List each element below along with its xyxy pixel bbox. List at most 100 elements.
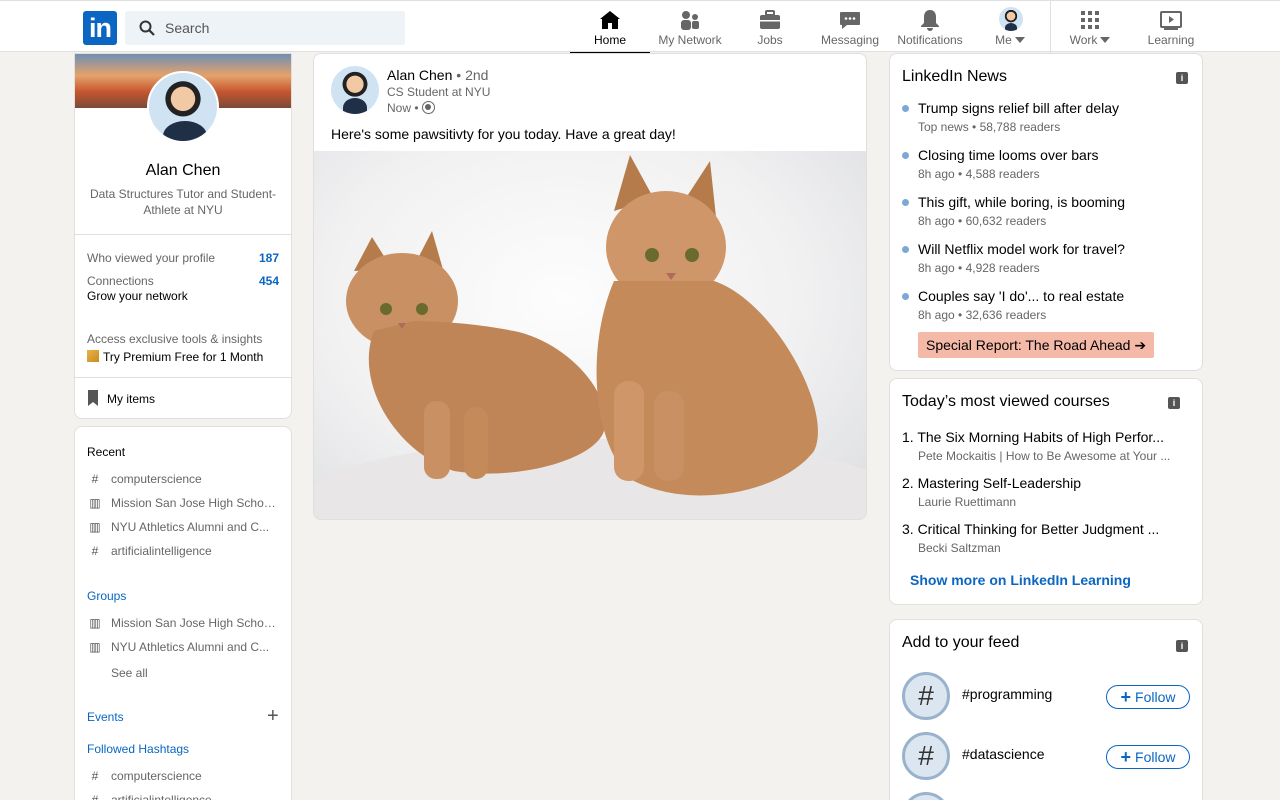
news-item-title: Closing time looms over bars [918, 147, 1099, 163]
recent-item[interactable]: # computerscience [87, 472, 279, 486]
chevron-down-icon [1100, 37, 1111, 43]
community-card: Recent # computerscience ▥ Mission San Jos… [74, 426, 292, 800]
hashtag-icon: # [91, 544, 99, 558]
news-item-meta: 8h ago • 60,632 readers [918, 214, 1047, 228]
nav-messaging[interactable]: Messaging [810, 1, 890, 53]
group-item[interactable]: ▥ NYU Athletics Alumni and C... [87, 640, 279, 654]
messaging-icon [840, 12, 860, 29]
post-author-avatar[interactable] [331, 66, 379, 114]
premium-link-label: Try Premium Free for 1 Month [103, 350, 264, 364]
see-all-link[interactable]: See all [111, 666, 291, 680]
post-text: Here's some pawsitivty for you today. Ha… [331, 126, 676, 142]
info-icon[interactable]: i [1176, 640, 1188, 652]
nav-learning[interactable]: Learning [1132, 1, 1210, 53]
hashtag-avatar[interactable]: # [902, 732, 950, 780]
follow-button[interactable]: + Follow [1106, 745, 1190, 769]
group-item[interactable]: ▥ Mission San Jose High Schoo... [87, 616, 279, 630]
events-heading[interactable]: Events [87, 710, 124, 724]
linkedin-logo[interactable]: in [83, 11, 117, 45]
post-image[interactable] [314, 151, 866, 519]
post-author-name: Alan Chen [387, 67, 453, 83]
divider [75, 234, 291, 235]
group-icon: ▥ [89, 616, 101, 630]
feed-hashtag-name[interactable]: #datascience [962, 746, 1045, 762]
hashtag-item[interactable]: # computerscience [87, 769, 279, 783]
news-item-title: Couples say 'I do'... to real estate [918, 288, 1125, 304]
post-author-line[interactable]: Alan Chen • 2nd [387, 67, 488, 83]
hashtag-avatar[interactable]: # [902, 792, 950, 800]
feed-hashtag-name[interactable]: #programming [962, 686, 1052, 702]
group-item-label: NYU Athletics Alumni and C... [111, 640, 270, 654]
special-report-link[interactable]: Special Report: The Road Ahead ➔ [918, 332, 1155, 358]
info-icon[interactable]: i [1168, 397, 1180, 409]
search-icon [139, 20, 155, 36]
nav-notifications[interactable]: Notifications [890, 1, 970, 53]
profile-viewers-count: 187 [258, 251, 279, 265]
course-title: 1. The Six Morning Habits of High Perfor… [902, 429, 1164, 445]
news-item-meta: Top news • 58,788 readers [918, 120, 1061, 134]
courses-card: Today’s most viewed courses i 1. The Six… [889, 378, 1203, 605]
course-title: 3. Critical Thinking for Better Judgment… [902, 521, 1160, 537]
hashtag-icon: # [91, 769, 99, 783]
profile-avatar[interactable] [147, 71, 219, 143]
add-to-feed-card: Add to your feed i # #programming + Follo… [889, 619, 1203, 800]
recent-item[interactable]: # artificialintelligence [87, 544, 279, 558]
recent-item[interactable]: ▥ Mission San Jose High Schoo... [87, 496, 279, 510]
nav-work[interactable]: Work [1058, 1, 1122, 53]
nav-my-network-label: My Network [658, 33, 722, 47]
followed-hashtags-heading[interactable]: Followed Hashtags [87, 742, 189, 756]
recent-heading: Recent [87, 445, 126, 459]
connections-row[interactable]: Connections 454 [87, 274, 279, 288]
bullet-icon [902, 105, 909, 112]
network-icon [681, 11, 699, 30]
profile-name[interactable]: Alan Chen [75, 162, 291, 180]
groups-heading[interactable]: Groups [87, 589, 126, 603]
divider [75, 377, 291, 378]
nav-work-label-wrap: Work [1058, 33, 1122, 47]
nav-home-label: Home [593, 33, 626, 47]
premium-link[interactable]: Try Premium Free for 1 Month [87, 350, 279, 364]
profile-viewers-row[interactable]: Who viewed your profile 187 [87, 251, 279, 265]
profile-headline: Data Structures Tutor and Student-Athlet… [89, 187, 277, 217]
hashtag-icon: # [918, 740, 934, 771]
follow-button[interactable]: + Follow [1106, 685, 1190, 709]
hashtag-icon: # [91, 472, 99, 486]
bullet-icon [902, 152, 909, 159]
bell-icon [921, 10, 939, 31]
hashtag-avatar[interactable]: # [902, 672, 950, 720]
nav-home[interactable]: Home [570, 1, 650, 54]
nav-learning-label: Learning [1147, 33, 1195, 47]
news-title: LinkedIn News [902, 68, 1007, 85]
post-time: Now • [387, 101, 419, 115]
course-author: Pete Mockaitis | How to Be Awesome at Yo… [918, 449, 1171, 463]
nav-my-network[interactable]: My Network [650, 1, 730, 53]
hashtag-item[interactable]: # artificialintelligence [87, 793, 279, 800]
bullet-icon [902, 293, 909, 300]
add-event-icon[interactable]: + [267, 706, 279, 726]
courses-title: Today’s most viewed courses [902, 393, 1110, 410]
recent-item[interactable]: ▥ NYU Athletics Alumni and C... [87, 520, 279, 534]
nav-me[interactable]: Me [978, 1, 1042, 53]
nav-divider [1050, 1, 1051, 53]
info-icon[interactable]: i [1176, 72, 1188, 84]
hashtag-icon: # [91, 793, 99, 800]
search-input[interactable] [165, 11, 395, 45]
chevron-down-icon [1014, 37, 1025, 43]
hashtag-item-label: computerscience [111, 769, 202, 783]
news-item-title: Will Netflix model work for travel? [918, 241, 1125, 257]
news-item-meta: 8h ago • 32,636 readers [918, 308, 1047, 322]
grow-network-label[interactable]: Grow your network [87, 289, 279, 303]
my-items-link[interactable]: My items [87, 390, 279, 406]
top-navigation-bar: in Home My Network Jobs Messaging Notifi… [0, 0, 1280, 54]
show-more-learning-link[interactable]: Show more on LinkedIn Learning [910, 572, 1131, 588]
news-item-title: Trump signs relief bill after delay [918, 100, 1120, 116]
group-icon: ▥ [89, 520, 101, 534]
connections-count: 454 [258, 274, 279, 288]
premium-icon [87, 350, 99, 362]
bullet-icon [902, 199, 909, 206]
nav-jobs[interactable]: Jobs [730, 1, 810, 53]
group-item-label: Mission San Jose High Schoo... [111, 616, 279, 630]
left-cat [346, 231, 606, 479]
search-box[interactable] [125, 11, 405, 45]
nav-me-label-wrap: Me [978, 33, 1042, 47]
